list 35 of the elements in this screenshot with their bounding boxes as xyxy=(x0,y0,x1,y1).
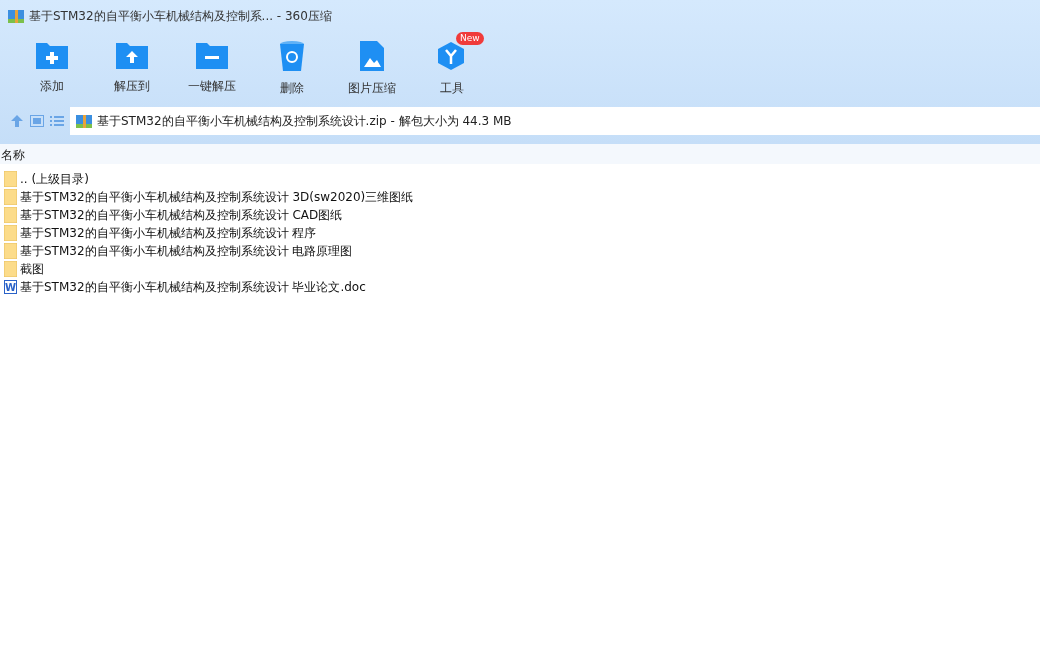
toolbar-button[interactable]: New 工具 xyxy=(412,32,492,106)
folder-minus-icon xyxy=(195,40,229,70)
folder-plus-icon xyxy=(35,40,69,70)
list-view-icon[interactable] xyxy=(50,115,64,127)
folder-icon xyxy=(4,189,17,205)
up-arrow-icon[interactable] xyxy=(10,114,24,128)
toolbar-button[interactable]: 删除 xyxy=(252,32,332,106)
toolbar-button[interactable]: 图片压缩 xyxy=(332,32,412,106)
file-name[interactable]: .. (上级目录) xyxy=(20,170,89,188)
file-name[interactable]: 基于STM32的自平衡小车机械结构及控制系统设计 毕业论文.doc xyxy=(20,278,366,296)
archive-icon xyxy=(76,113,92,129)
word-document-icon: W xyxy=(4,280,17,294)
new-badge: New xyxy=(456,32,484,45)
archive-path: 基于STM32的自平衡小车机械结构及控制系统设计.zip - 解包大小为 44.3 MB xyxy=(97,112,512,130)
image-file-icon xyxy=(359,40,385,72)
thumbnail-view-icon[interactable] xyxy=(30,115,44,127)
folder-up-arrow-icon xyxy=(115,40,149,70)
folder-icon xyxy=(4,207,17,223)
file-name[interactable]: 基于STM32的自平衡小车机械结构及控制系统设计 3D(sw2020)三维图纸 xyxy=(20,188,414,206)
folder-icon xyxy=(4,171,17,187)
file-name[interactable]: 基于STM32的自平衡小车机械结构及控制系统设计 CAD图纸 xyxy=(20,206,343,224)
folder-icon xyxy=(4,261,17,277)
archive-icon xyxy=(8,8,24,24)
folder-icon xyxy=(4,243,17,259)
folder-icon xyxy=(4,225,17,241)
file-name[interactable]: 基于STM32的自平衡小车机械结构及控制系统设计 电路原理图 xyxy=(20,242,353,260)
column-title[interactable]: 名称 xyxy=(0,147,25,164)
file-name[interactable]: 截图 xyxy=(20,260,44,278)
address-bar[interactable]: 基于STM32的自平衡小车机械结构及控制系统设计.zip - 解包大小为 44.3 MB xyxy=(70,107,1040,135)
toolbar-button[interactable]: 一键解压 xyxy=(172,32,252,106)
toolbar-button[interactable]: 添加 xyxy=(12,32,92,106)
file-name[interactable]: 基于STM32的自平衡小车机械结构及控制系统设计 程序 xyxy=(20,224,317,242)
toolbar-button[interactable]: 解压到 xyxy=(92,32,172,106)
recycle-bin-icon xyxy=(279,40,305,72)
window-title: 基于STM32的自平衡小车机械结构及控制系... - 360压缩 xyxy=(29,7,332,25)
